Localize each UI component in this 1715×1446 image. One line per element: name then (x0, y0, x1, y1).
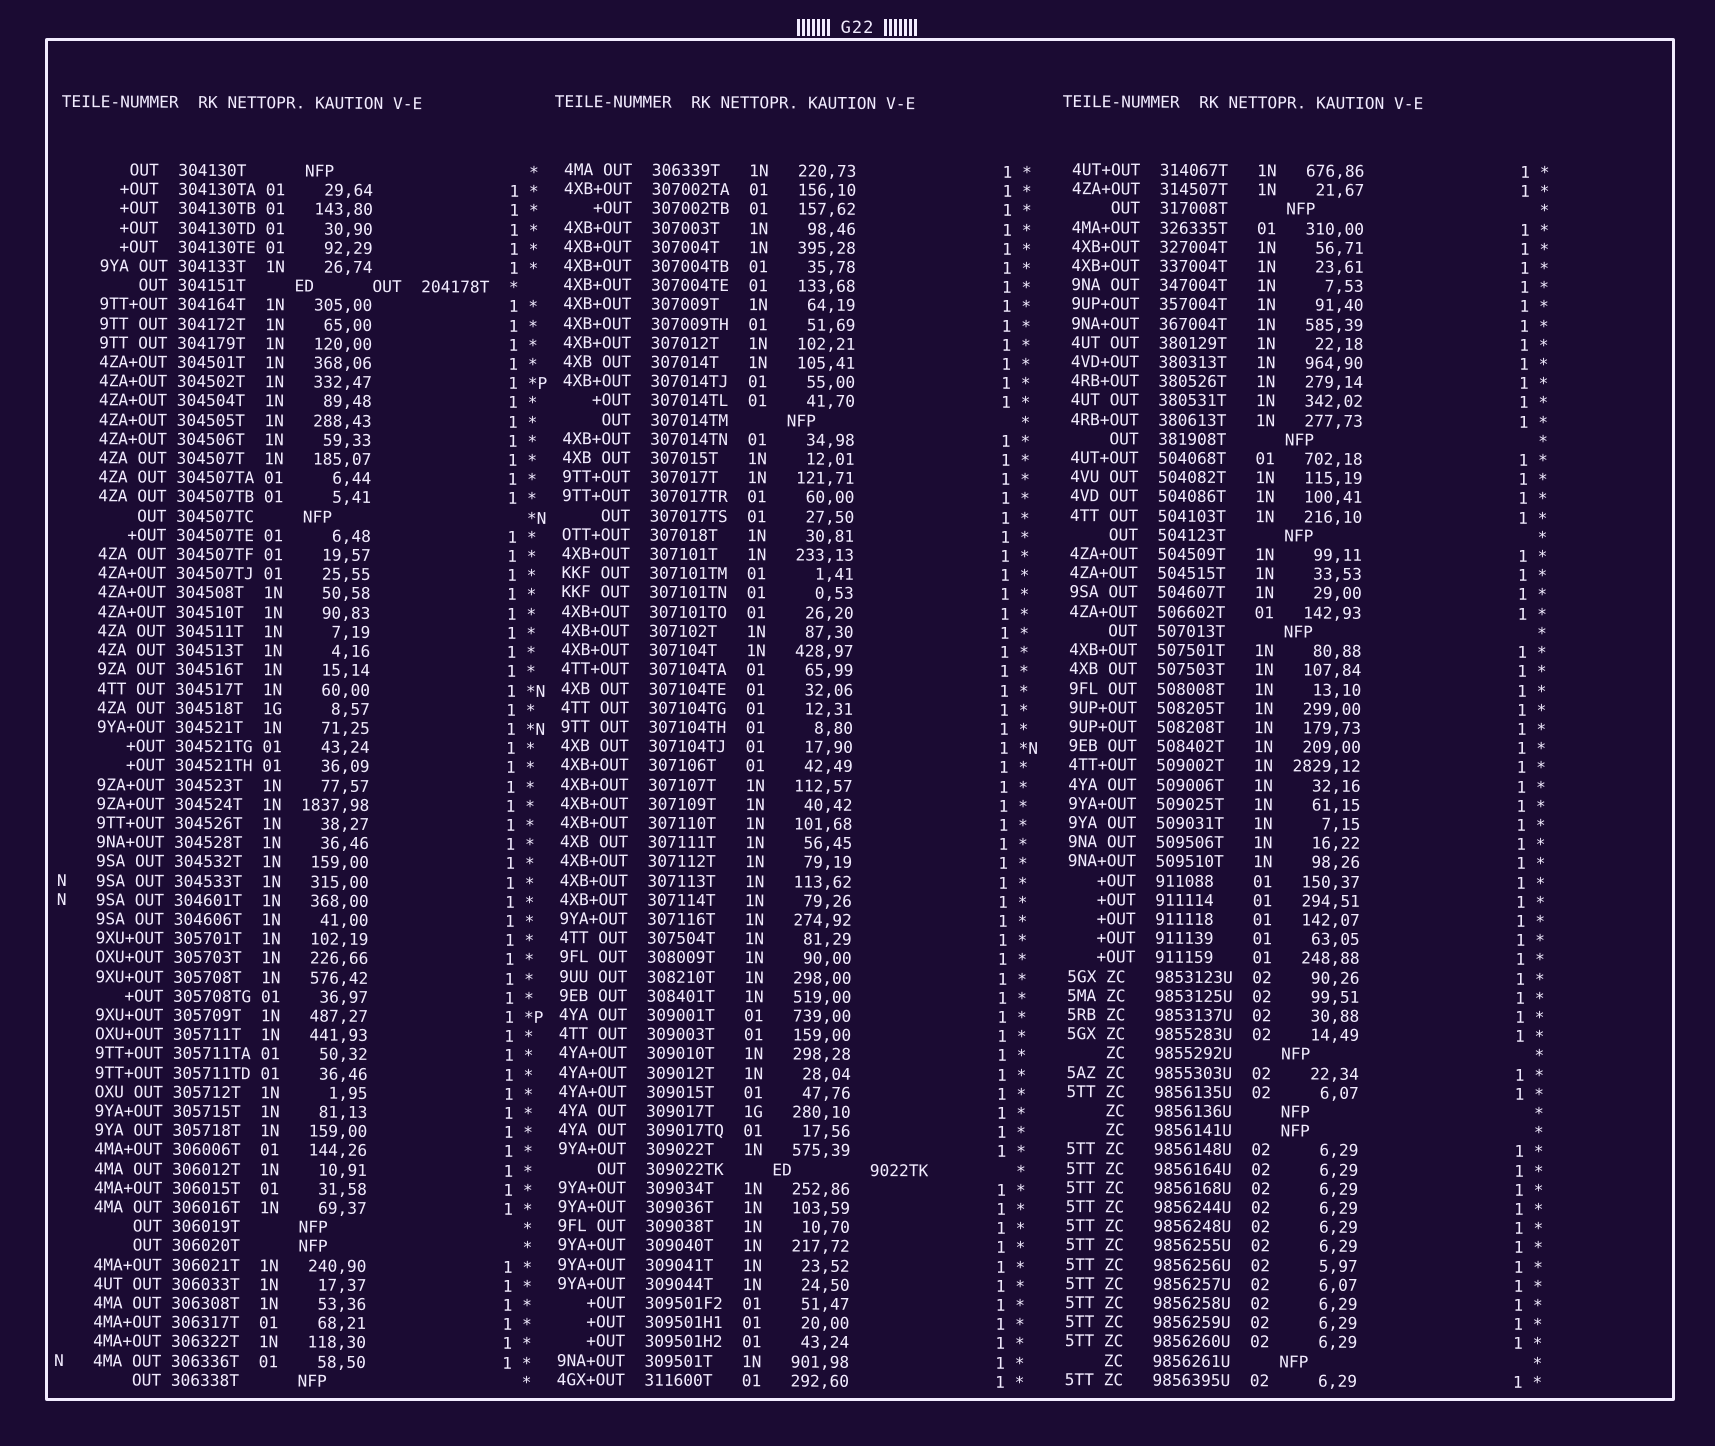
parts-row: 9ZA+OUT 304523T 1N 77,57 1 * (57, 774, 536, 797)
parts-row: 9TT+OUT 304164T 1N 305,00 1 * (60, 294, 539, 317)
parts-row: 9TT+OUT 305711TD 01 36,46 1 * (55, 1062, 534, 1085)
parts-row: ZC 9855292U NFP * (1056, 1043, 1545, 1066)
column-rows: 4MA OUT 306339T 1N 220,73 1 * 4XB+OUT 30… (547, 160, 1042, 1392)
parts-row: +OUT 307002TB 01 157,62 1 * (554, 198, 1032, 221)
parts-row: 9FL OUT 308009T 1N 90,00 1 * (549, 947, 1028, 970)
parts-row: N 9SA OUT 304533T 1N 315,00 1 * (56, 870, 535, 893)
parts-row: 9ZA OUT 304516T 1N 15,14 1 * (58, 659, 536, 682)
parts-row: 5GX ZC 9853123U 02 90,26 1 * (1057, 966, 1545, 989)
parts-row: 4YA+OUT 309012T 1N 28,04 1 * (548, 1062, 1027, 1085)
parts-row: 9TT+OUT 305711TA 01 50,32 1 * (55, 1043, 534, 1066)
parts-row: 4XB+OUT 307009T 1N 64,19 1 * (553, 294, 1032, 317)
column-header: TEILE-NUMMER RK NETTOPR. KAUTION V-E (554, 92, 916, 114)
column-rows: 4UT+OUT 314067T 1N 676,86 1 * 4ZA+OUT 31… (1055, 160, 1550, 1392)
column-header: TEILE-NUMMER RK NETTOPR. KAUTION V-E (1062, 92, 1424, 114)
parts-row: +OUT 309501H2 01 43,24 1 * (547, 1331, 1025, 1354)
parts-row: 4ZA+OUT 304508T 1N 50,58 1 * (58, 582, 537, 605)
parts-row: +OUT 304521TH 01 36,09 1 * (57, 755, 536, 778)
parts-row: 9SA OUT 504607T 1N 29,00 1 * (1059, 582, 1548, 605)
parts-row: 5TT ZC 9856255U 02 6,29 1 * (1055, 1235, 1544, 1258)
parts-row: 5TT ZC 9856164U 02 6,29 1 * (1056, 1158, 1544, 1181)
parts-row: 9NA+OUT 509510T 1N 98,26 1 * (1058, 851, 1546, 874)
listing-column-3: TEILE-NUMMER RK NETTOPR. KAUTION V-E 4UT… (1055, 54, 1551, 1411)
parts-row: OUT 306020T NFP * (54, 1235, 533, 1258)
listing-column-1: TEILE-NUMMER RK NETTOPR. KAUTION V-E OUT… (54, 54, 550, 1411)
parts-row: 5TT ZC 9856395U 02 6,29 1 * (1054, 1369, 1543, 1392)
page-label: G22 (0, 18, 1715, 38)
parts-row: 4XB+OUT 307112T 1N 79,19 1 * (550, 851, 1028, 874)
parts-row: 9FL OUT 508008T 1N 13,10 1 * (1059, 678, 1547, 701)
parts-row: 9UP+OUT 357004T 1N 91,40 1 * (1061, 294, 1549, 317)
parts-row: 4UT OUT 380531T 1N 342,02 1 * (1060, 390, 1549, 413)
parts-row: 9TT+OUT 307017TR 01 60,00 1 * (552, 486, 1030, 509)
parts-row: 4XB+OUT 307113T 1N 113,62 1 * (549, 870, 1028, 893)
parts-row: 4ZA OUT 304507TB 01 5,41 1 * (59, 486, 537, 509)
parts-row: +OUT 304130TB 01 143,80 1 * (61, 198, 539, 221)
parts-row: 4XB+OUT 307107T 1N 112,57 1 * (550, 774, 1029, 797)
parts-row: 5AZ ZC 9855303U 02 22,34 1 * (1056, 1062, 1545, 1085)
parts-row: 9YA+OUT 309040T 1N 217,72 1 * (547, 1235, 1026, 1258)
parts-row: 4VD OUT 504086T 1N 100,41 1 * (1060, 486, 1548, 509)
parts-row: OUT 306338T NFP * (53, 1369, 532, 1392)
parts-row: 4XB OUT 307104TE 01 32,06 1 * (551, 678, 1029, 701)
parts-row: 9YA+OUT 309022T 1N 575,39 1 * (548, 1139, 1026, 1162)
page-label-text: G22 (840, 18, 875, 38)
marker-block-left (796, 19, 831, 36)
parts-row: +OUT 911159 01 248,88 1 * (1057, 947, 1545, 970)
parts-row: 4YA+OUT 309010T 1N 298,28 1 * (548, 1043, 1027, 1066)
parts-row: 4MA+OUT 306006T 01 144,26 1 * (55, 1139, 533, 1162)
parts-row: OXU+OUT 305703T 1N 226,66 1 * (56, 947, 535, 970)
parts-row: OUT 317008T NFP * (1062, 198, 1550, 221)
column-rows: OUT 304130T NFP * +OUT 304130TA 01 29,64… (54, 160, 549, 1392)
parts-row: +OUT 911088 01 150,37 1 * (1057, 870, 1546, 893)
parts-row: 4TT OUT 304517T 1N 60,00 1 *N (58, 678, 546, 701)
listing-column-2: TEILE-NUMMER RK NETTOPR. KAUTION V-E 4MA… (547, 54, 1043, 1411)
parts-row: 4TT+OUT 307104TA 01 65,99 1 * (551, 659, 1029, 682)
parts-row: KKF OUT 307101TN 01 0,53 1 * (551, 582, 1030, 605)
parts-row: +OUT 307014TL 01 41,70 1 * (552, 390, 1031, 413)
column-header: TEILE-NUMMER RK NETTOPR. KAUTION V-E (61, 92, 423, 114)
parts-row: 5TT ZC 9856148U 02 6,29 1 * (1056, 1139, 1544, 1162)
parts-row: 9UU OUT 308210T 1N 298,00 1 * (549, 966, 1027, 989)
parts-row: 4YA OUT 509006T 1N 32,16 1 * (1058, 774, 1546, 797)
parts-row: 4GX+OUT 311600T 01 292,60 1 * (546, 1369, 1025, 1392)
parts-row: 4XB+OUT 307106T 01 42,49 1 * (550, 755, 1029, 778)
parts-row: 4MA OUT 306012T 1N 10,91 1 * (55, 1158, 533, 1181)
parts-row: 4MA+OUT 306322T 1N 118,30 1 * (54, 1331, 532, 1354)
parts-row: 4TT+OUT 509002T 1N 2829,12 1 * (1058, 755, 1547, 778)
parts-row: 9SA OUT 304532T 1N 159,00 1 * (57, 851, 535, 874)
marker-block-right (884, 19, 919, 36)
parts-row: 4ZA+OUT 304504T 1N 89,48 1 * (59, 390, 538, 413)
parts-row: 9XU+OUT 305708T 1N 576,42 1 * (56, 966, 534, 989)
parts-row: OUT 309022TK ED 9022TK * (548, 1158, 1026, 1181)
parts-row: 5TT ZC 9856260U 02 6,29 1 * (1055, 1331, 1543, 1354)
parts-row: 4XB OUT 507503T 1N 107,84 1 * (1059, 659, 1547, 682)
